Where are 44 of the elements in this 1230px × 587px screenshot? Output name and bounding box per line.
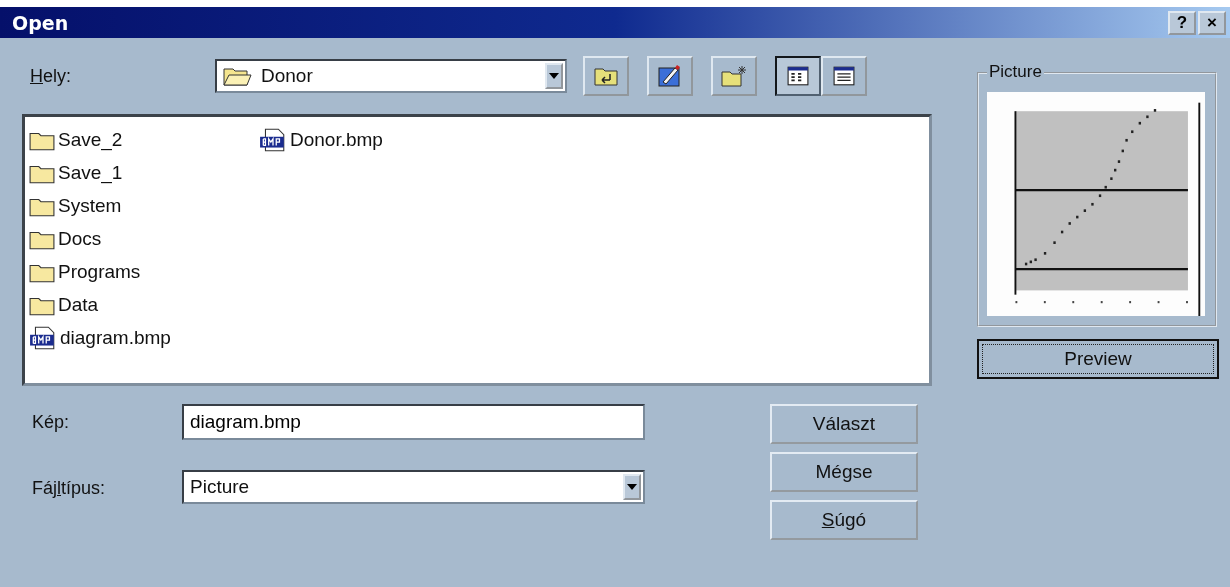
folder-item[interactable]: Data xyxy=(29,288,259,321)
cancel-button[interactable]: Mégse xyxy=(770,452,918,492)
up-folder-button[interactable] xyxy=(583,56,629,96)
help-button[interactable]: Súgó xyxy=(770,500,918,540)
new-folder-button[interactable] xyxy=(711,56,757,96)
list-view-icon xyxy=(787,66,809,86)
select-button[interactable]: Választ xyxy=(770,404,918,444)
list-view-button[interactable] xyxy=(775,56,821,96)
file-item[interactable]: diagram.bmp xyxy=(29,321,259,354)
details-view-icon xyxy=(833,66,855,86)
file-name: Programs xyxy=(58,260,141,283)
file-name: Docs xyxy=(58,227,102,250)
filename-field[interactable]: diagram.bmp xyxy=(182,404,645,440)
file-item[interactable]: Donor.bmp xyxy=(259,123,489,156)
folder-icon xyxy=(223,65,253,87)
file-name: Data xyxy=(58,293,99,316)
file-name: Donor.bmp xyxy=(290,128,383,151)
folder-item[interactable]: System xyxy=(29,189,259,222)
file-name: Save_2 xyxy=(58,128,123,151)
up-folder-icon xyxy=(594,66,618,86)
new-folder-icon xyxy=(721,65,747,87)
folder-item[interactable]: Save_2 xyxy=(29,123,259,156)
folder-item[interactable]: Docs xyxy=(29,222,259,255)
details-view-button[interactable] xyxy=(821,56,867,96)
window-title: Open xyxy=(12,11,69,34)
location-label: Hely: xyxy=(29,65,72,87)
file-name: System xyxy=(58,194,122,217)
file-name: Save_1 xyxy=(58,161,123,184)
file-type-label: Fájltípus: xyxy=(32,476,107,500)
bitmap-file-icon xyxy=(259,127,287,152)
pencil-icon xyxy=(658,65,682,87)
folder-item[interactable]: Save_1 xyxy=(29,156,259,189)
location-dropdown[interactable]: Donor xyxy=(215,59,567,93)
help-button[interactable]: ? xyxy=(1168,10,1196,35)
location-value: Donor xyxy=(261,65,314,87)
folder-item[interactable]: Programs xyxy=(29,255,259,288)
file-type-dropdown[interactable]: Picture xyxy=(182,470,645,504)
pencil-button[interactable] xyxy=(647,56,693,96)
filename-label: Kép: xyxy=(32,410,71,434)
bitmap-file-icon xyxy=(29,325,57,350)
file-name: diagram.bmp xyxy=(60,326,171,349)
preview-button[interactable]: Preview xyxy=(977,339,1219,379)
close-button[interactable]: × xyxy=(1198,10,1226,35)
file-type-value: Picture xyxy=(190,476,251,498)
